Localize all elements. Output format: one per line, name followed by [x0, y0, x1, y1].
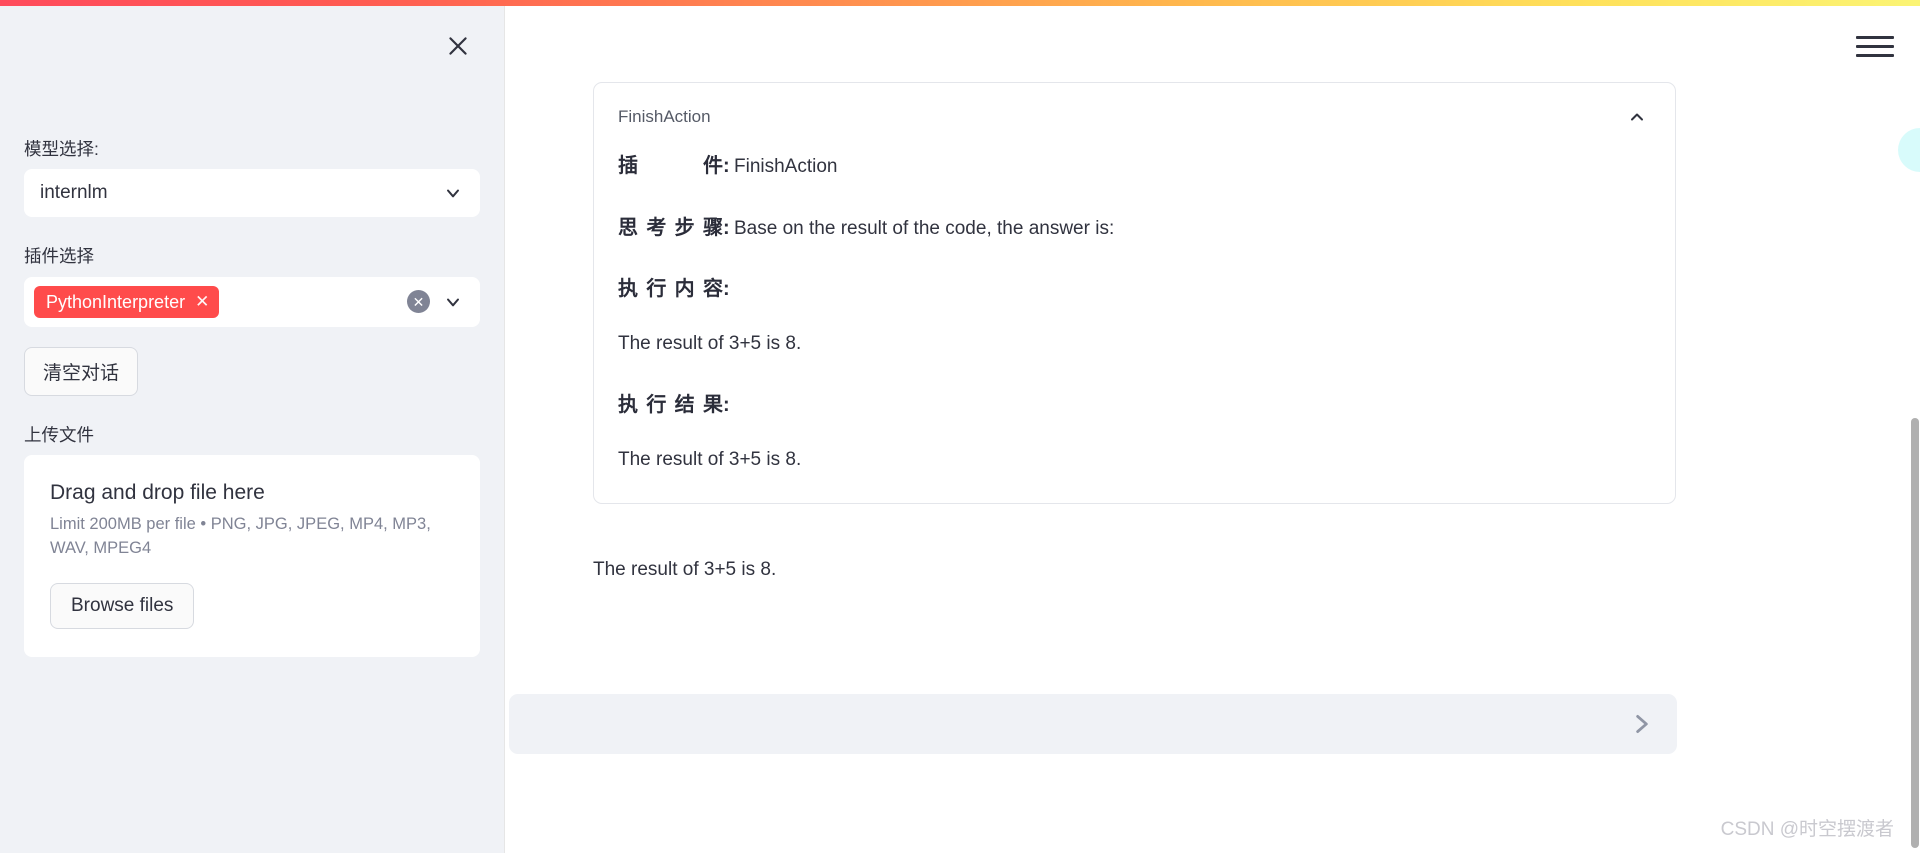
upload-label: 上传文件	[24, 424, 94, 445]
multiselect-actions: ✕	[407, 290, 470, 313]
thought-row-value: Base on the result of the code, the answ…	[734, 217, 1115, 239]
clear-all-icon[interactable]: ✕	[407, 290, 430, 313]
action-card-title: FinishAction	[618, 107, 711, 126]
main-area: FinishAction 插件: FinishAction 思考步骤: Base…	[505, 6, 1920, 853]
close-icon	[449, 37, 467, 55]
browse-files-button[interactable]: Browse files	[50, 582, 195, 629]
file-uploader-dropzone[interactable]: Drag and drop file here Limit 200MB per …	[24, 454, 480, 657]
thought-row-key: 思考步骤:	[618, 216, 730, 239]
model-select-value: internlm	[40, 182, 108, 204]
plugin-row: 插件: FinishAction	[618, 149, 1649, 181]
dropzone-limit-text: Limit 200MB per file • PNG, JPG, JPEG, M…	[50, 514, 431, 557]
send-icon[interactable]	[1625, 707, 1659, 741]
chevron-down-icon[interactable]	[442, 291, 464, 313]
exec-result-text: The result of 3+5 is 8.	[618, 448, 802, 470]
page-scrollbar-track[interactable]	[1910, 6, 1920, 853]
watermark: CSDN @时空摆渡者	[1720, 819, 1894, 840]
clear-chat-button[interactable]: 清空对话	[24, 346, 139, 396]
assistant-answer-text: The result of 3+5 is 8.	[593, 559, 777, 580]
plugin-select-label: 插件选择	[24, 246, 94, 267]
action-card-header[interactable]: FinishAction	[594, 83, 1675, 139]
dropzone-title: Drag and drop file here	[50, 480, 265, 504]
plugin-row-value: FinishAction	[734, 156, 838, 177]
chevron-down-icon	[442, 182, 464, 204]
model-select[interactable]: internlm	[24, 169, 480, 218]
sidebar-content: 模型选择: internlm 插件选择 PythonInterpreter ✕	[0, 6, 504, 657]
exec-result-row-key: 执行结果:	[618, 393, 730, 416]
app-root: 模型选择: internlm 插件选择 PythonInterpreter ✕	[0, 0, 1920, 853]
plugin-tag-label: PythonInterpreter	[46, 291, 186, 312]
plugin-row-key: 插件:	[618, 155, 730, 177]
sidebar-close-button[interactable]	[440, 28, 476, 64]
page-scrollbar-thumb[interactable]	[1911, 418, 1919, 848]
thought-row: 思考步骤: Base on the result of the code, th…	[618, 211, 1649, 243]
action-card-body: 插件: FinishAction 思考步骤: Base on the resul…	[594, 139, 1675, 503]
exec-result-row: 执行结果:	[618, 388, 1649, 417]
plugin-tag-remove-icon[interactable]: ✕	[195, 293, 209, 310]
plugin-multiselect[interactable]: PythonInterpreter ✕ ✕	[24, 276, 480, 327]
chevron-up-icon[interactable]	[1625, 105, 1649, 129]
exec-content-text: The result of 3+5 is 8.	[618, 333, 802, 355]
plugin-tag[interactable]: PythonInterpreter ✕	[34, 285, 220, 318]
exec-content-row: 执行内容:	[618, 272, 1649, 301]
model-select-label: 模型选择:	[24, 139, 99, 159]
exec-content-row-key: 执行内容:	[618, 278, 730, 301]
chat-input-bar[interactable]	[509, 694, 1677, 754]
chat-input-field[interactable]	[531, 713, 1625, 735]
top-gradient-bar	[0, 0, 1920, 6]
chat-content: FinishAction 插件: FinishAction 思考步骤: Base…	[505, 6, 1920, 853]
action-card: FinishAction 插件: FinishAction 思考步骤: Base…	[593, 82, 1676, 505]
sidebar: 模型选择: internlm 插件选择 PythonInterpreter ✕	[0, 6, 504, 853]
